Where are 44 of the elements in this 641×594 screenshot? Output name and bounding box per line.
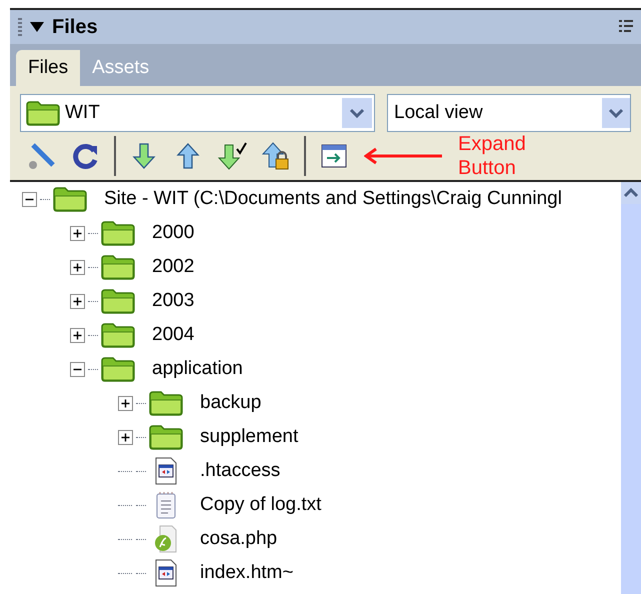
annotation-text: Expand Button <box>458 132 527 180</box>
tree-item[interactable]: Site - WIT (C:\Documents and Settings\Craig Cunningl <box>104 184 562 214</box>
folder-icon <box>100 288 136 314</box>
tab[interactable]: Files <box>16 50 80 86</box>
expand-icon[interactable] <box>70 294 84 308</box>
expand-icon[interactable] <box>70 260 84 274</box>
folder-icon <box>148 424 184 450</box>
site-dropdown[interactable]: WIT <box>20 94 375 132</box>
php-file-icon <box>154 525 178 553</box>
tree-item[interactable]: .htaccess <box>200 456 280 486</box>
expand-icon[interactable] <box>70 328 84 342</box>
tree-item[interactable]: Copy of log.txt <box>200 490 322 520</box>
tree-item[interactable]: application <box>152 354 243 384</box>
tree-item[interactable]: 2003 <box>152 286 194 316</box>
chevron-down-icon <box>602 98 630 128</box>
folder-icon <box>52 186 88 212</box>
expanded-triangle-icon[interactable] <box>30 21 44 33</box>
web-page-icon <box>154 457 178 485</box>
chevron-down-icon <box>342 98 372 128</box>
options-menu-icon[interactable] <box>619 19 633 35</box>
tree-item[interactable]: backup <box>200 388 262 418</box>
web-page-icon <box>154 559 178 587</box>
tree-item[interactable]: index.htm~ <box>200 558 294 588</box>
tree-item[interactable]: 2002 <box>152 252 194 282</box>
tree-item[interactable]: 2000 <box>152 218 194 248</box>
collapse-icon[interactable] <box>22 192 36 206</box>
expand-icon[interactable] <box>118 430 132 444</box>
view-dropdown[interactable]: Local view <box>387 94 631 132</box>
panel-title: Files <box>52 15 98 40</box>
tree-item[interactable]: cosa.php <box>200 524 278 554</box>
folder-icon <box>100 254 136 280</box>
tree-item[interactable]: 2004 <box>152 320 194 350</box>
folder-icon <box>148 390 184 416</box>
notepad-icon <box>154 491 178 519</box>
scroll-up-icon[interactable] <box>621 182 641 204</box>
expand-icon[interactable] <box>118 396 132 410</box>
folder-icon <box>100 220 136 246</box>
collapse-icon[interactable] <box>70 362 84 376</box>
scrollbar[interactable] <box>621 182 641 594</box>
folder-icon <box>25 100 61 126</box>
expand-icon[interactable] <box>70 226 84 240</box>
tree-item[interactable]: supplement <box>200 422 298 452</box>
folder-icon <box>100 356 136 382</box>
folder-icon <box>100 322 136 348</box>
